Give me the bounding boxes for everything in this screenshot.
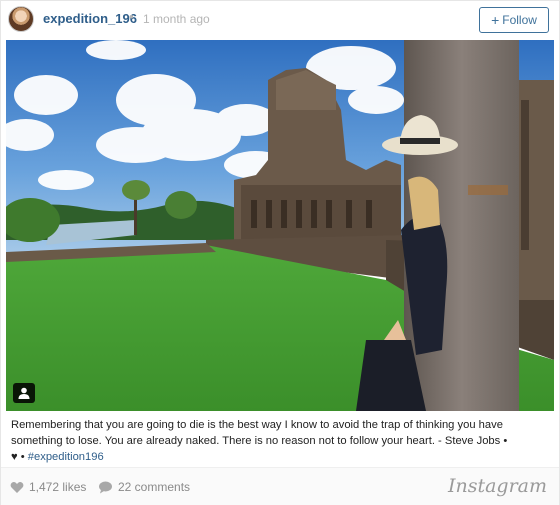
caption-separator: •: [20, 451, 25, 463]
likes-count[interactable]: 1,472 likes: [10, 480, 86, 494]
temple-photo-illustration: [6, 40, 554, 411]
hashtag-link[interactable]: #expedition196: [28, 451, 104, 463]
speech-bubble-icon: [99, 481, 112, 493]
post-card: expedition_196 • 1 month ago + Follow Re…: [0, 0, 560, 505]
follow-button[interactable]: + Follow: [479, 7, 549, 33]
post-footer: 1,472 likes 22 comments Instagram: [1, 467, 559, 505]
post-timestamp[interactable]: 1 month ago: [143, 12, 210, 26]
heart-icon: [10, 481, 24, 493]
follow-label: Follow: [502, 13, 537, 27]
comments-count[interactable]: 22 comments: [98, 480, 190, 494]
heart-icon: ♥: [11, 451, 18, 463]
comments-label: 22 comments: [118, 480, 191, 494]
avatar[interactable]: [8, 6, 34, 32]
user-tag-icon[interactable]: [13, 383, 35, 403]
caption-text: Remembering that you are going to die is…: [11, 419, 508, 447]
separator-dot: •: [129, 9, 134, 24]
username-link[interactable]: expedition_196: [43, 11, 137, 26]
likes-label: 1,472 likes: [29, 480, 87, 494]
post-photo[interactable]: [6, 40, 554, 411]
plus-icon: +: [491, 12, 500, 28]
post-caption: Remembering that you are going to die is…: [11, 417, 551, 465]
post-header: expedition_196 • 1 month ago + Follow: [1, 1, 559, 39]
instagram-logo[interactable]: Instagram: [448, 475, 547, 497]
